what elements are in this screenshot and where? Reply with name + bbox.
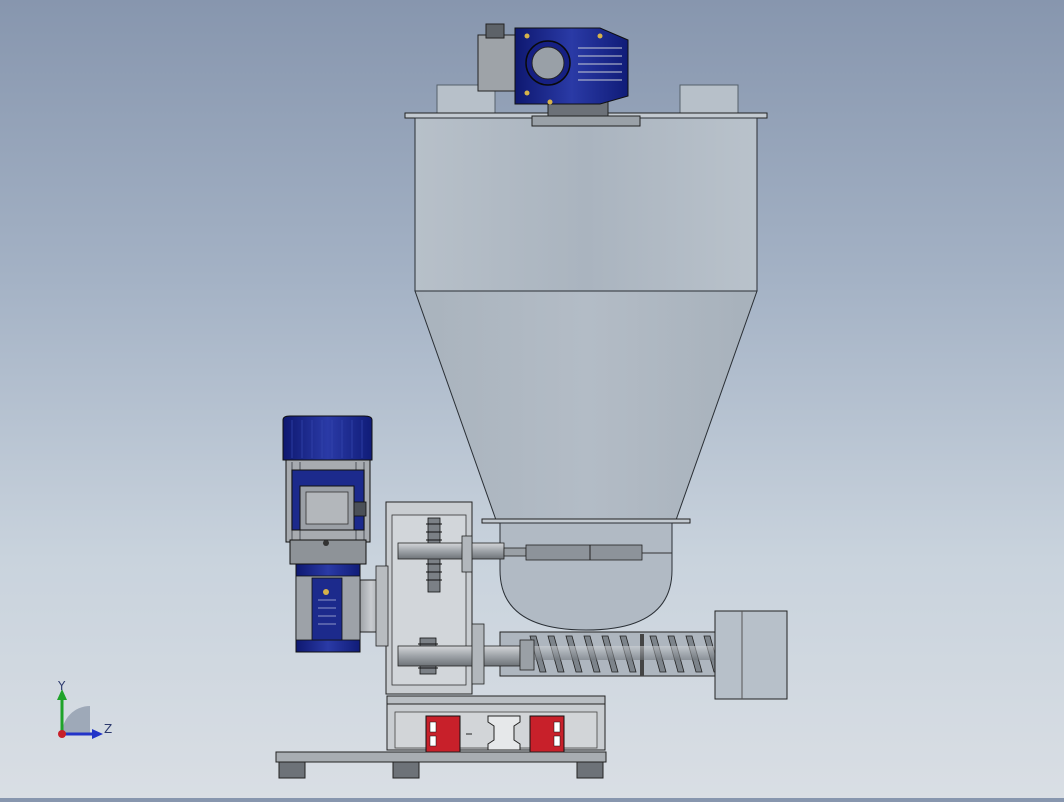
triad-plane	[62, 706, 90, 734]
weigh-base[interactable]	[386, 695, 606, 753]
triad-x-axis	[58, 730, 66, 738]
cad-viewport[interactable]	[0, 0, 1064, 798]
feeder-motor[interactable]	[282, 415, 373, 653]
base-plate[interactable]	[275, 751, 607, 779]
triad-icon: Y Z	[50, 676, 120, 746]
screw-conveyor[interactable]	[499, 631, 746, 677]
triad-z-arrow	[92, 729, 103, 739]
discharge-outlet[interactable]	[714, 610, 788, 700]
triad-y-label: Y	[57, 679, 66, 693]
agitator-gearmotor[interactable]	[477, 23, 641, 127]
model-canvas[interactable]	[0, 0, 1064, 798]
triad-z-label: Z	[104, 722, 112, 736]
motor-adapter[interactable]	[355, 565, 389, 647]
